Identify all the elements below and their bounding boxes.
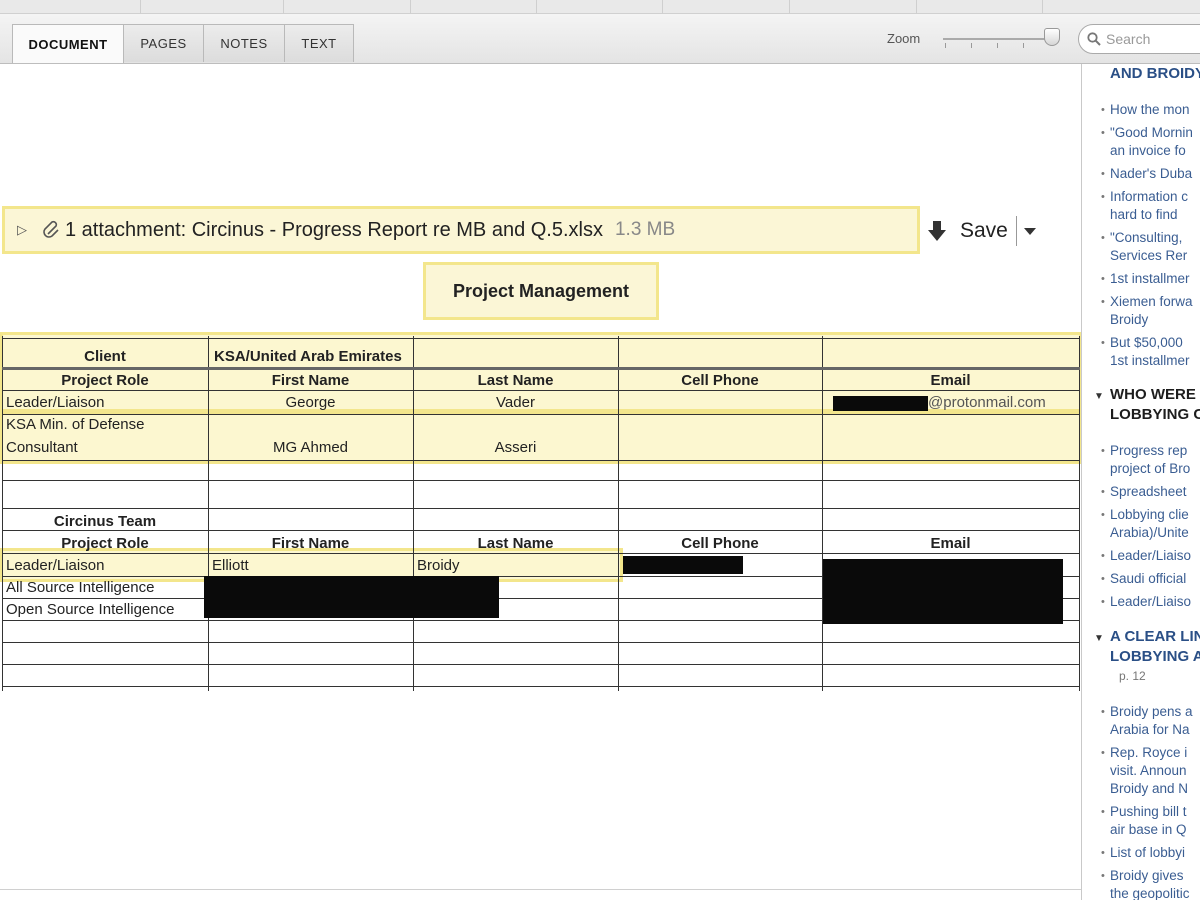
sidebar-section-heading[interactable]: A CLEAR LIN LOBBYING A (1110, 627, 1200, 667)
table-cell-first-name: Elliott (212, 557, 249, 574)
column-header-cell-phone: Cell Phone (681, 372, 759, 389)
sidebar-item[interactable]: Information chard to find (1101, 188, 1188, 224)
sidebar-item[interactable]: Spreadsheet (1101, 483, 1187, 501)
attachment-name[interactable]: 1 attachment: Circinus - Progress Report… (65, 219, 603, 242)
project-management-title: Project Management (423, 262, 659, 320)
attachment-bar[interactable]: ▷ 1 attachment: Circinus - Progress Repo… (2, 206, 920, 254)
window-top-strip (0, 0, 1200, 14)
zoom-slider[interactable] (943, 38, 1055, 40)
chevron-down-icon[interactable] (1023, 226, 1037, 236)
grid-line (2, 480, 1080, 481)
tab-document[interactable]: DOCUMENT (12, 24, 124, 63)
search-icon (1087, 32, 1101, 46)
sidebar-item[interactable]: List of lobbyi (1101, 844, 1185, 862)
tab-text[interactable]: TEXT (284, 24, 354, 62)
column-header-role: Project Role (61, 372, 149, 389)
redaction-block (204, 576, 499, 618)
sidebar-item[interactable]: How the mon (1101, 101, 1189, 119)
table-cell-role: Leader/Liaison (6, 557, 105, 574)
sidebar-section-heading[interactable]: WHO WERE LOBBYING C (1110, 385, 1200, 425)
team-label: Circinus Team (53, 513, 157, 530)
sidebar-item[interactable]: Saudi official (1101, 570, 1186, 588)
save-button[interactable]: Save (924, 212, 1038, 250)
paperclip-icon (43, 220, 59, 238)
zoom-tick (971, 43, 972, 48)
grid-line (2, 664, 1080, 665)
column-header-email: Email (930, 535, 971, 552)
redaction-block (623, 556, 743, 574)
sidebar-item[interactable]: Pushing bill tair base in Q (1101, 803, 1186, 839)
attachment-size: 1.3 MB (614, 219, 676, 240)
sidebar-item[interactable]: Broidy pens aArabia for Na (1101, 703, 1193, 739)
search-placeholder: Search (1106, 31, 1151, 47)
table-cell-first-name: George (285, 394, 336, 411)
table-cell-last-name: Broidy (417, 557, 460, 574)
sidebar-item[interactable]: Broidy givesthe geopolitic (1101, 867, 1190, 900)
table-cell-email: @protonmail.com (928, 394, 1046, 411)
sidebar-item[interactable]: But $50,0001st installmer (1101, 334, 1189, 370)
sidebar-item[interactable]: Leader/Liaiso (1101, 547, 1191, 565)
grid-line (2, 686, 1080, 687)
client-label: Client (84, 348, 126, 365)
annotations-sidebar: AND BROIDY How the mon "Good Morninan in… (1083, 64, 1200, 900)
zoom-tick (945, 43, 946, 48)
table-cell-first-name: MG Ahmed (272, 439, 349, 456)
column-header-first-name: First Name (271, 372, 350, 389)
download-arrow-icon (928, 221, 946, 241)
table-cell-last-name: Vader (496, 394, 535, 411)
table-cell-last-name: Asseri (494, 439, 537, 456)
tab-pages[interactable]: PAGES (123, 24, 204, 62)
table-cell-role: KSA Min. of Defense (6, 416, 145, 433)
grid-line (2, 553, 1080, 554)
zoom-tick (1023, 43, 1024, 48)
sidebar-item[interactable]: "Good Morninan invoice fo (1101, 124, 1193, 160)
table-cell-role: Consultant (6, 439, 78, 456)
sidebar-section-heading[interactable]: AND BROIDY (1110, 64, 1200, 84)
column-header-first-name: First Name (271, 535, 350, 552)
client-value: KSA/United Arab Emirates (214, 348, 402, 365)
grid-line (2, 367, 1080, 370)
sidebar-item[interactable]: Progress repproject of Bro (1101, 442, 1190, 478)
document-viewer: ▷ 1 attachment: Circinus - Progress Repo… (0, 64, 1082, 900)
grid-line (2, 642, 1080, 643)
redaction-block (833, 396, 928, 411)
table-cell-role: Open Source Intelligence (6, 601, 175, 618)
sidebar-item[interactable]: Lobbying clieArabia)/Unite (1101, 506, 1189, 542)
collapse-triangle-icon[interactable]: ▼ (1094, 391, 1104, 402)
sidebar-item[interactable]: Xiemen forwaBroidy (1101, 293, 1192, 329)
grid-line (2, 508, 1080, 509)
table-cell-role: Leader/Liaison (6, 394, 105, 411)
column-header-cell-phone: Cell Phone (681, 535, 759, 552)
column-header-last-name: Last Name (477, 372, 554, 389)
column-header-role: Project Role (61, 535, 149, 552)
page-reference: p. 12 (1119, 669, 1146, 683)
save-label: Save (960, 219, 1008, 242)
column-header-email: Email (930, 372, 971, 389)
save-separator (1015, 216, 1017, 246)
zoom-label: Zoom (887, 31, 921, 46)
zoom-slider-thumb[interactable] (1044, 28, 1060, 46)
table-cell-role: All Source Intelligence (6, 579, 155, 596)
highlight-client-rows (0, 412, 1081, 464)
grid-line (2, 414, 1080, 415)
document-bottom-border (0, 889, 1081, 890)
redaction-block (823, 559, 1063, 624)
sidebar-item[interactable]: "Consulting,Services Rer (1101, 229, 1187, 265)
collapse-triangle-icon[interactable]: ▼ (1094, 633, 1104, 644)
sidebar-item[interactable]: Rep. Royce ivisit. AnnounBroidy and N (1101, 744, 1188, 798)
tab-notes[interactable]: NOTES (203, 24, 285, 62)
grid-line (2, 460, 1080, 461)
sidebar-item[interactable]: 1st installmer (1101, 270, 1189, 288)
sidebar-item[interactable]: Leader/Liaiso (1101, 593, 1191, 611)
grid-line (2, 338, 1080, 339)
zoom-tick (997, 43, 998, 48)
sidebar-item[interactable]: Nader's Duba (1101, 165, 1192, 183)
column-header-last-name: Last Name (477, 535, 554, 552)
search-input[interactable]: Search (1078, 24, 1200, 54)
grid-line (2, 530, 1080, 531)
expand-triangle-icon[interactable]: ▷ (17, 222, 27, 238)
viewer-toolbar: DOCUMENT PAGES NOTES TEXT Zoom Search (0, 14, 1200, 64)
grid-line (2, 390, 1080, 391)
